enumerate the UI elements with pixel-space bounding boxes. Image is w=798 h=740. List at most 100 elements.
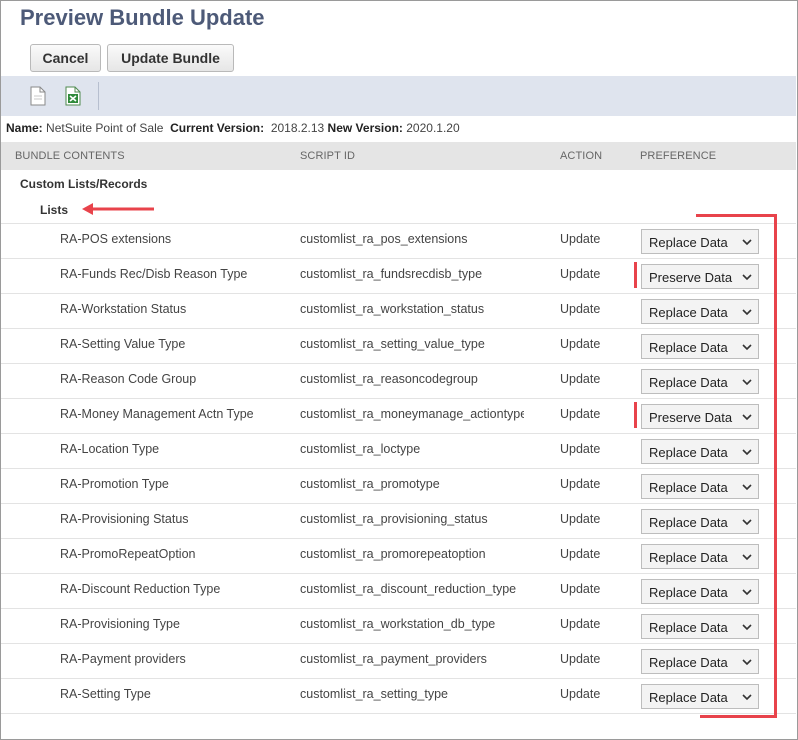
script-id: customlist_ra_provisioning_status: [300, 512, 488, 526]
bundle-content-name: RA-Money Management Actn Type: [60, 407, 254, 421]
toolbar: [1, 76, 796, 116]
table-row: RA-Workstation Status customlist_ra_works…: [1, 293, 796, 329]
chevron-down-icon: [742, 234, 752, 246]
arrow-annotation: [82, 203, 154, 215]
preference-select[interactable]: Replace Data: [641, 684, 759, 709]
current-version-value: 2018.2.13: [270, 121, 325, 135]
preference-value: Replace Data: [649, 480, 728, 495]
toolbar-separator: [98, 82, 99, 110]
chevron-down-icon: [742, 304, 752, 316]
table-row: RA-PromoRepeatOption customlist_ra_promor…: [1, 538, 796, 574]
cancel-button[interactable]: Cancel: [30, 44, 101, 72]
preference-value: Replace Data: [649, 375, 728, 390]
preference-select[interactable]: Replace Data: [641, 299, 759, 324]
script-id: customlist_ra_payment_providers: [300, 652, 487, 666]
new-version-value: 2020.1.20: [406, 121, 460, 135]
bundle-content-name: RA-POS extensions: [60, 232, 172, 246]
script-id: customlist_ra_discount_reduction_type: [300, 582, 517, 596]
annotation-bracket-bottom: [700, 715, 777, 718]
preference-marker: [634, 262, 637, 288]
table-row: RA-Reason Code Group customlist_ra_reason…: [1, 363, 796, 399]
preference-select[interactable]: Replace Data: [641, 509, 759, 534]
chevron-down-icon: [742, 374, 752, 386]
preference-select[interactable]: Replace Data: [641, 334, 759, 359]
preference-value: Replace Data: [649, 585, 728, 600]
preference-select[interactable]: Replace Data: [641, 544, 759, 569]
bundle-content-name: RA-Setting Type: [60, 687, 151, 701]
preference-value: Replace Data: [649, 235, 728, 250]
preference-value: Replace Data: [649, 620, 728, 635]
group-heading: Custom Lists/Records: [20, 177, 148, 191]
chevron-down-icon: [742, 689, 752, 701]
action-value: Update: [560, 652, 601, 666]
chevron-down-icon: [742, 409, 752, 421]
action-value: Update: [560, 547, 601, 561]
bundle-content-name: RA-Funds Rec/Disb Reason Type: [60, 267, 248, 281]
preference-select[interactable]: Replace Data: [641, 649, 759, 674]
preference-select[interactable]: Replace Data: [641, 579, 759, 604]
table-row: RA-POS extensions customlist_ra_pos_exten…: [1, 223, 796, 259]
table-row: RA-Discount Reduction Type customlist_ra_…: [1, 573, 796, 609]
preference-value: Replace Data: [649, 340, 728, 355]
excel-export-icon[interactable]: [65, 86, 81, 106]
chevron-down-icon: [742, 444, 752, 456]
script-id: customlist_ra_loctype: [300, 442, 421, 456]
update-bundle-button[interactable]: Update Bundle: [107, 44, 234, 72]
bundle-content-name: RA-Promotion Type: [60, 477, 169, 491]
script-id: customlist_ra_setting_type: [300, 687, 448, 701]
annotation-bracket-side: [774, 214, 777, 718]
new-version-label: New Version:: [327, 121, 403, 135]
preference-select[interactable]: Replace Data: [641, 369, 759, 394]
page-title: Preview Bundle Update: [20, 5, 265, 30]
chevron-down-icon: [742, 584, 752, 596]
preference-select[interactable]: Replace Data: [641, 229, 759, 254]
preference-select[interactable]: Replace Data: [641, 614, 759, 639]
bundle-content-name: RA-Location Type: [60, 442, 160, 456]
script-id: customlist_ra_promotype: [300, 477, 440, 491]
preference-select[interactable]: Preserve Data: [641, 264, 759, 289]
script-id: customlist_ra_moneymanage_actiontype: [300, 407, 524, 421]
bundle-content-name: RA-Discount Reduction Type: [60, 582, 221, 596]
chevron-down-icon: [742, 479, 752, 491]
action-value: Update: [560, 407, 601, 421]
script-id: customlist_ra_workstation_status: [300, 302, 485, 316]
chevron-down-icon: [742, 549, 752, 561]
action-value: Update: [560, 267, 601, 281]
preference-select[interactable]: Preserve Data: [641, 404, 759, 429]
chevron-down-icon: [742, 269, 752, 281]
table-end-border: [1, 713, 796, 714]
table-row: RA-Provisioning Type customlist_ra_workst…: [1, 608, 796, 644]
action-value: Update: [560, 372, 601, 386]
header-preference: PREFERENCE: [640, 150, 717, 162]
bundle-content-name: RA-PromoRepeatOption: [60, 547, 196, 561]
table-row: RA-Promotion Type customlist_ra_promotype…: [1, 468, 796, 504]
action-value: Update: [560, 512, 601, 526]
preference-value: Replace Data: [649, 550, 728, 565]
current-version-label: Current Version:: [170, 121, 265, 135]
preference-value: Replace Data: [649, 690, 728, 705]
preference-select[interactable]: Replace Data: [641, 439, 759, 464]
action-value: Update: [560, 232, 601, 246]
table-row: RA-Payment providers customlist_ra_paymen…: [1, 643, 796, 679]
table-row: RA-Setting Value Type customlist_ra_setti…: [1, 328, 796, 364]
chevron-down-icon: [742, 654, 752, 666]
header-bundle-contents: BUNDLE CONTENTS: [15, 150, 125, 162]
annotation-bracket-top: [696, 214, 776, 217]
bundle-content-name: RA-Provisioning Status: [60, 512, 189, 526]
header-script-id: SCRIPT ID: [300, 150, 356, 162]
chevron-down-icon: [742, 514, 752, 526]
document-icon[interactable]: [30, 86, 46, 106]
script-id: customlist_ra_promorepeatoption: [300, 547, 486, 561]
action-value: Update: [560, 582, 601, 596]
preference-value: Replace Data: [649, 305, 728, 320]
table-row: RA-Money Management Actn Type customlist_…: [1, 398, 796, 434]
script-id: customlist_ra_reasoncodegroup: [300, 372, 478, 386]
preference-select[interactable]: Replace Data: [641, 474, 759, 499]
preference-value: Replace Data: [649, 515, 728, 530]
bundle-content-name: RA-Workstation Status: [60, 302, 187, 316]
bundle-content-name: RA-Setting Value Type: [60, 337, 186, 351]
bundle-content-name: RA-Payment providers: [60, 652, 186, 666]
preference-value: Replace Data: [649, 445, 728, 460]
chevron-down-icon: [742, 339, 752, 351]
subgroup-heading: Lists: [40, 203, 69, 217]
